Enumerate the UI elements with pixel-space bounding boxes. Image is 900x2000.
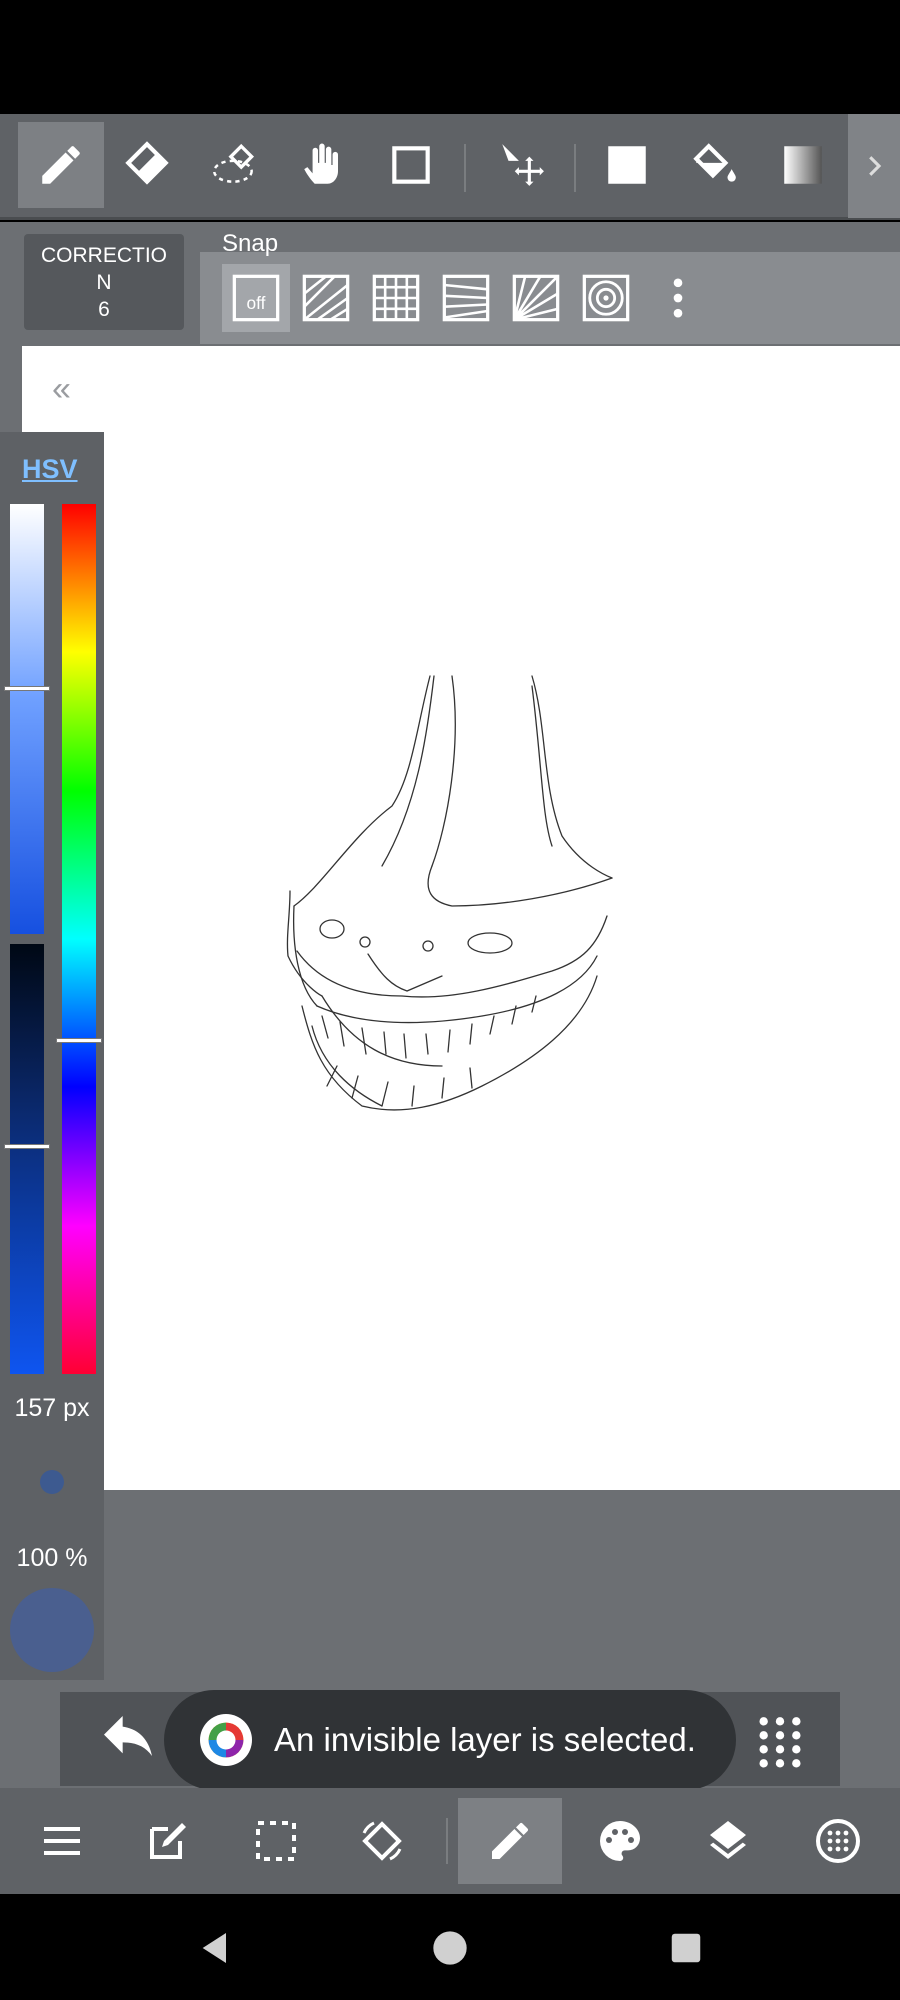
opacity-label[interactable]: 100 % bbox=[0, 1544, 104, 1573]
layers-icon bbox=[710, 1821, 746, 1859]
parallel-lines-icon bbox=[302, 274, 350, 322]
nav-home-button[interactable] bbox=[422, 1920, 478, 1976]
bottom-menu bbox=[0, 1788, 900, 1894]
pencil-icon bbox=[492, 1823, 528, 1859]
brush-size-preview bbox=[40, 1470, 64, 1494]
eraser-icon bbox=[125, 141, 169, 185]
snap-circle-button[interactable] bbox=[572, 264, 640, 332]
color-wheel-icon bbox=[208, 1722, 244, 1758]
tool-options-bar: CORRECTIO N 6 Snap off bbox=[0, 222, 900, 344]
pencil-icon bbox=[42, 146, 80, 184]
brush-button[interactable] bbox=[458, 1798, 562, 1884]
current-color-swatch[interactable] bbox=[10, 1588, 94, 1672]
lasso-eraser-icon bbox=[212, 143, 255, 183]
toast-notification: An invisible layer is selected. bbox=[164, 1690, 736, 1790]
concentric-circles-icon bbox=[582, 274, 630, 322]
rotate-canvas-button[interactable] bbox=[330, 1798, 434, 1884]
hue-slider-handle[interactable] bbox=[56, 1038, 102, 1043]
hsv-mode-link[interactable]: HSV bbox=[22, 454, 78, 485]
rectangle-icon bbox=[392, 146, 430, 184]
drawing-canvas[interactable]: « bbox=[22, 346, 900, 1490]
radial-lines-icon bbox=[512, 274, 560, 322]
hue-slider[interactable] bbox=[62, 504, 96, 1374]
eraser-tool-button[interactable] bbox=[104, 122, 190, 208]
paint-bucket-icon bbox=[693, 143, 736, 182]
status-bar bbox=[0, 0, 900, 114]
snap-off-icon: off bbox=[232, 274, 280, 322]
rotate-device-icon bbox=[362, 1821, 402, 1861]
snap-off-text: off bbox=[247, 293, 266, 313]
bottom-menu-separator bbox=[446, 1818, 448, 1864]
dot-grid-icon[interactable] bbox=[752, 1712, 808, 1768]
snap-off-button[interactable]: off bbox=[222, 264, 290, 332]
back-triangle-icon bbox=[202, 1933, 226, 1963]
toolbar-separator bbox=[464, 144, 466, 192]
dotted-circle-icon bbox=[816, 1819, 860, 1863]
snap-label: Snap bbox=[222, 230, 279, 257]
system-navigation-bar bbox=[0, 1894, 900, 2000]
bucket-tool-button[interactable] bbox=[672, 122, 758, 208]
menu-button[interactable] bbox=[10, 1798, 114, 1884]
correction-label-line2: N bbox=[96, 271, 112, 294]
brush-size-label[interactable]: 157 px bbox=[0, 1394, 104, 1423]
grid-icon bbox=[372, 274, 420, 322]
settings-button[interactable] bbox=[786, 1798, 890, 1884]
chevron-right-icon bbox=[869, 156, 882, 176]
hand-icon bbox=[304, 143, 338, 184]
top-toolbar bbox=[0, 114, 900, 220]
saturation-slider-handle[interactable] bbox=[4, 686, 50, 691]
correction-value: 6 bbox=[98, 298, 110, 321]
snap-more-button[interactable] bbox=[644, 264, 712, 332]
palette-button[interactable] bbox=[568, 1798, 672, 1884]
selection-button[interactable] bbox=[224, 1798, 328, 1884]
lasso-eraser-tool-button[interactable] bbox=[192, 122, 278, 208]
undo-icon[interactable] bbox=[96, 1708, 160, 1772]
brightness-slider-handle[interactable] bbox=[4, 1144, 50, 1149]
filled-square-icon bbox=[608, 146, 646, 184]
perspective-lines-icon bbox=[442, 274, 490, 322]
app-root: CORRECTIO N 6 Snap off « HSV 157 px 100 … bbox=[0, 0, 900, 2000]
sketch-drawing bbox=[286, 675, 613, 1111]
color-panel: HSV 157 px 100 % bbox=[0, 432, 104, 1680]
correction-button[interactable]: CORRECTIO N 6 bbox=[24, 234, 184, 330]
workspace: « bbox=[0, 344, 900, 1788]
nav-back-button[interactable] bbox=[188, 1920, 244, 1976]
recents-square-icon bbox=[671, 1933, 701, 1963]
fill-color-tool-button[interactable] bbox=[584, 122, 670, 208]
home-circle-icon bbox=[433, 1931, 467, 1965]
dashed-selection-icon bbox=[256, 1821, 296, 1861]
move-icon bbox=[502, 144, 544, 186]
gradient-tool-button[interactable] bbox=[760, 122, 846, 208]
snap-perspective-button[interactable] bbox=[432, 264, 500, 332]
hand-tool-button[interactable] bbox=[280, 122, 366, 208]
correction-label-line1: CORRECTIO bbox=[41, 244, 167, 267]
pen-tool-button[interactable] bbox=[18, 122, 104, 208]
saturation-slider[interactable] bbox=[10, 504, 44, 934]
snap-parallel-button[interactable] bbox=[292, 264, 360, 332]
more-vertical-icon bbox=[673, 278, 683, 318]
edit-button[interactable] bbox=[116, 1798, 220, 1884]
app-logo-icon bbox=[200, 1714, 252, 1766]
snap-grid-button[interactable] bbox=[362, 264, 430, 332]
toast-message: An invisible layer is selected. bbox=[274, 1721, 696, 1758]
edit-square-icon bbox=[150, 1823, 186, 1859]
gradient-icon bbox=[784, 146, 822, 184]
rectangle-tool-button[interactable] bbox=[368, 122, 454, 208]
toolbar-separator bbox=[574, 144, 576, 192]
palette-icon bbox=[600, 1821, 640, 1861]
brightness-slider[interactable] bbox=[10, 944, 44, 1374]
hamburger-menu-icon bbox=[44, 1827, 80, 1855]
snap-radial-button[interactable] bbox=[502, 264, 570, 332]
move-tool-button[interactable] bbox=[478, 122, 564, 208]
layers-button[interactable] bbox=[676, 1798, 780, 1884]
toolbar-more-button[interactable] bbox=[848, 114, 900, 218]
nav-recents-button[interactable] bbox=[658, 1920, 714, 1976]
